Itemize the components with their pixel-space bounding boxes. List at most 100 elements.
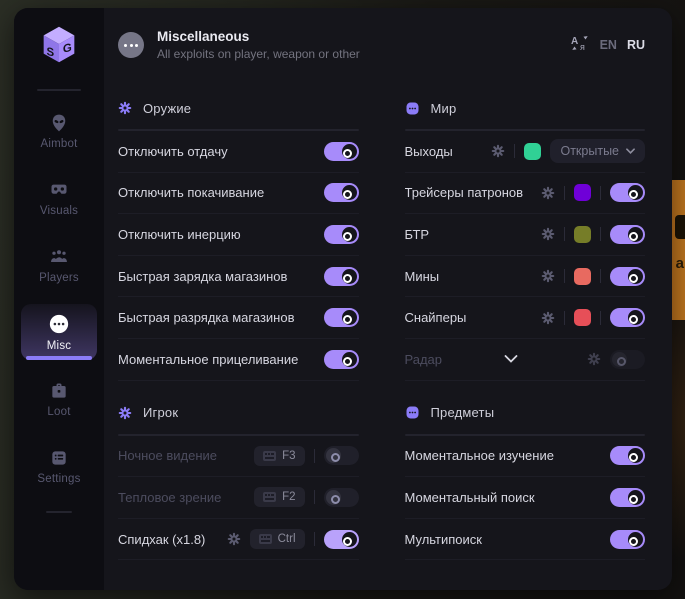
sidebar-item-label: Settings (37, 473, 80, 485)
gear-icon[interactable] (541, 311, 555, 325)
section-player-header: Игрок (118, 399, 359, 427)
gear-icon[interactable] (587, 352, 601, 366)
disable-sway-toggle[interactable] (324, 183, 359, 202)
row-label: Тепловое зрение (118, 490, 254, 505)
gear-icon[interactable] (541, 186, 555, 200)
lang-en-button[interactable]: EN (600, 38, 617, 52)
divider (37, 89, 81, 91)
briefcase-icon (49, 381, 69, 401)
chevron-down-icon (626, 148, 635, 154)
hotkey-badge[interactable]: Ctrl (250, 529, 305, 549)
gear-icon (118, 406, 132, 420)
disable-inertia-toggle[interactable] (324, 225, 359, 244)
thermal-vision-toggle[interactable] (324, 488, 359, 507)
divider (314, 449, 315, 463)
speedhack-toggle[interactable] (324, 530, 359, 549)
sidebar-item-label: Misc (47, 340, 71, 352)
row-label: Выходы (405, 144, 492, 159)
hotkey-badge[interactable]: F2 (254, 487, 304, 507)
header: Miscellaneous All exploits on player, we… (118, 22, 645, 68)
snipers-toggle[interactable] (610, 308, 645, 327)
alien-icon (49, 113, 69, 133)
hotkey-label: F3 (282, 450, 295, 462)
row-label: БТР (405, 227, 542, 242)
sidebar-item-misc[interactable]: Misc (21, 304, 97, 360)
sidebar-item-label: Players (39, 272, 79, 284)
lang-ru-button[interactable]: RU (627, 38, 645, 52)
instant-search-toggle[interactable] (610, 488, 645, 507)
gear-icon[interactable] (227, 532, 241, 546)
svg-text:я: я (580, 42, 585, 52)
sidebar-item-visuals[interactable]: Visuals (21, 170, 97, 226)
bullet-tracers-toggle[interactable] (610, 183, 645, 202)
instant-ads-toggle[interactable] (324, 350, 359, 369)
gear-icon[interactable] (491, 144, 505, 158)
row-fast-mag-load: Быстрая зарядка магазинов (118, 256, 359, 298)
section-title: Мир (431, 101, 457, 116)
row-label: Быстрая зарядка магазинов (118, 269, 324, 284)
ellipsis-icon (48, 313, 70, 335)
divider (46, 511, 72, 513)
row-label: Трейсеры патронов (405, 185, 542, 200)
page-title: Miscellaneous (157, 29, 360, 44)
row-night-vision: Ночное видение F3 (118, 436, 359, 478)
svg-text:S: S (47, 45, 55, 60)
chevron-down-icon[interactable] (504, 355, 518, 363)
translate-icon: Aя (570, 34, 590, 57)
row-btr: БТР (405, 214, 646, 256)
row-label: Мины (405, 269, 542, 284)
divider (600, 311, 601, 325)
cheat-menu-panel: S G Aimbot Visuals Players (14, 8, 672, 590)
row-disable-sway: Отключить покачивание (118, 173, 359, 215)
sidebar-item-settings[interactable]: Settings (21, 438, 97, 494)
background-game-element (672, 180, 685, 320)
row-disable-recoil: Отключить отдачу (118, 131, 359, 173)
color-swatch[interactable] (574, 184, 591, 201)
sidebar-item-aimbot[interactable]: Aimbot (21, 103, 97, 159)
row-label: Радар (405, 352, 443, 367)
divider (314, 490, 315, 504)
fast-mag-unload-toggle[interactable] (324, 308, 359, 327)
row-label: Отключить покачивание (118, 185, 324, 200)
row-snipers: Снайперы (405, 297, 646, 339)
multisearch-toggle[interactable] (610, 530, 645, 549)
sidebar-item-loot[interactable]: Loot (21, 371, 97, 427)
hotkey-label: F2 (282, 491, 295, 503)
gear-icon[interactable] (541, 269, 555, 283)
background-game-mark (675, 215, 685, 239)
fast-mag-load-toggle[interactable] (324, 267, 359, 286)
svg-text:A: A (571, 36, 578, 47)
main-area: Miscellaneous All exploits on player, we… (104, 8, 672, 590)
section-items-header: Предметы (405, 399, 646, 427)
keyboard-icon (263, 451, 276, 461)
color-swatch[interactable] (574, 268, 591, 285)
btr-toggle[interactable] (610, 225, 645, 244)
row-bullet-tracers: Трейсеры патронов (405, 173, 646, 215)
mines-toggle[interactable] (610, 267, 645, 286)
gear-icon[interactable] (541, 227, 555, 241)
hotkey-label: Ctrl (278, 533, 296, 545)
color-swatch[interactable] (524, 143, 541, 160)
instant-study-toggle[interactable] (610, 446, 645, 465)
color-swatch[interactable] (574, 309, 591, 326)
radar-toggle[interactable] (610, 350, 645, 369)
row-label: Моментальное изучение (405, 448, 611, 463)
vr-goggles-icon (49, 180, 69, 200)
keyboard-icon (259, 534, 272, 544)
hotkey-badge[interactable]: F3 (254, 446, 304, 466)
players-icon (49, 247, 69, 267)
sidebar-item-label: Visuals (40, 205, 78, 217)
color-swatch[interactable] (574, 226, 591, 243)
left-column: Оружие Отключить отдачу Отключить покачи… (118, 90, 359, 560)
row-label: Снайперы (405, 310, 542, 325)
row-instant-study: Моментальное изучение (405, 436, 646, 478)
row-mines: Мины (405, 256, 646, 298)
exits-dropdown[interactable]: Открытые (550, 139, 645, 163)
disable-recoil-toggle[interactable] (324, 142, 359, 161)
divider (600, 186, 601, 200)
row-fast-mag-unload: Быстрая разрядка магазинов (118, 297, 359, 339)
sidebar-item-players[interactable]: Players (21, 237, 97, 293)
row-thermal-vision: Тепловое зрение F2 (118, 477, 359, 519)
row-label: Ночное видение (118, 448, 254, 463)
night-vision-toggle[interactable] (324, 446, 359, 465)
